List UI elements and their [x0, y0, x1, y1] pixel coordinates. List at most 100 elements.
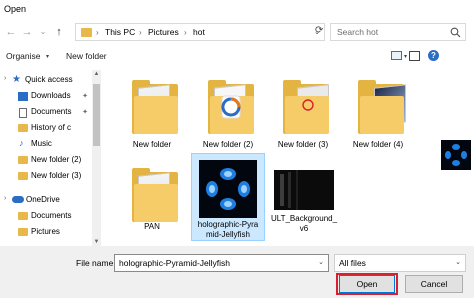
scroll-up-icon[interactable]: ▲: [92, 71, 101, 77]
navigation-pane: › ★ Quick access Downloads ✦ Documents ✦…: [0, 70, 104, 246]
forward-arrow-icon[interactable]: →: [20, 24, 34, 40]
sidebar-item-label: New folder (3): [31, 171, 82, 180]
sidebar-item-label: New folder (2): [31, 155, 82, 164]
jellyfish-thumbnail: [199, 160, 257, 218]
sidebar-item-label: Documents: [31, 211, 72, 220]
sidebar-item-history[interactable]: History of c: [0, 120, 100, 136]
sidebar-item-onedrive-pictures[interactable]: Pictures: [0, 224, 100, 240]
sidebar-item-label: History of c: [31, 123, 72, 132]
new-folder-button[interactable]: New folder: [66, 51, 107, 61]
sidebar-item-downloads[interactable]: Downloads ✦: [0, 88, 100, 104]
breadcrumb-separator: ›: [139, 28, 142, 37]
search-icon[interactable]: [450, 27, 461, 38]
file-name: New folder (3): [277, 140, 329, 149]
sidebar-item-new-folder-2[interactable]: New folder (2): [0, 152, 100, 168]
breadcrumb-separator: ›: [96, 28, 99, 37]
address-row: ← → ⌄ ↑ › This PC › Pictures › hot ⌄ ⟳ S…: [0, 22, 474, 42]
sidebar-item-label: Downloads: [31, 91, 71, 100]
breadcrumb-this-pc[interactable]: This PC: [105, 26, 135, 39]
file-item-pan[interactable]: PAN: [116, 158, 188, 242]
up-arrow-icon[interactable]: ↑: [52, 24, 66, 40]
file-name: New folder (4): [352, 140, 404, 149]
view-dropdown-icon[interactable]: ▾: [404, 53, 407, 60]
search-placeholder: Search hot: [337, 27, 379, 37]
file-type-select[interactable]: All files ⌄: [334, 254, 466, 272]
preview-thumbnail: [441, 140, 471, 170]
music-icon: ♪: [19, 138, 24, 148]
back-arrow-icon[interactable]: ←: [4, 24, 18, 40]
breadcrumb-hot[interactable]: hot: [193, 26, 205, 39]
file-name-line-1: ULT_Background_: [270, 214, 338, 223]
file-type-value: All files: [339, 258, 366, 268]
folder-icon: [132, 168, 178, 222]
file-name-value: holographic-Pyramid-Jellyfish: [119, 258, 231, 268]
file-name: New folder (2): [202, 140, 254, 149]
breadcrumb-pictures[interactable]: Pictures: [148, 26, 179, 39]
sidebar-item-label: OneDrive: [26, 195, 60, 204]
file-name: PAN: [144, 222, 160, 231]
expand-chevron-icon[interactable]: ›: [4, 195, 6, 202]
expand-chevron-icon[interactable]: ›: [4, 75, 6, 82]
sidebar-item-label: Pictures: [31, 227, 60, 236]
file-item-ult-background[interactable]: ULT_Background_ v6: [268, 158, 340, 242]
folder-icon: [18, 124, 28, 132]
star-icon: ★: [12, 74, 21, 85]
open-button-highlight: [336, 273, 398, 295]
window-title: Open: [4, 4, 27, 14]
search-input[interactable]: Search hot: [330, 23, 466, 41]
organise-dropdown-icon[interactable]: ▾: [46, 53, 49, 60]
pin-icon: ✦: [82, 109, 88, 116]
help-icon[interactable]: ?: [428, 50, 439, 61]
file-name-input[interactable]: holographic-Pyramid-Jellyfish ⌄: [114, 254, 329, 272]
cancel-button[interactable]: Cancel: [405, 275, 463, 293]
folder-icon: [208, 80, 254, 134]
folder-icon: [132, 80, 178, 134]
sidebar-item-label: Documents: [31, 107, 72, 116]
sidebar-item-label: Quick access: [25, 75, 73, 84]
folder-icon: [18, 212, 28, 220]
cloud-icon: [12, 196, 24, 203]
chevron-down-icon[interactable]: ⌄: [455, 258, 461, 266]
folder-icon: [283, 80, 329, 134]
sidebar-item-onedrive-documents[interactable]: Documents: [0, 208, 100, 224]
file-name: New folder: [132, 140, 172, 149]
refresh-icon[interactable]: ⟳: [315, 24, 325, 38]
sidebar-item-onedrive[interactable]: › OneDrive: [0, 192, 100, 208]
folder-icon: [358, 80, 406, 134]
sidebar-item-new-folder-3[interactable]: New folder (3): [0, 168, 100, 184]
file-item-holographic-pyramid-jellyfish[interactable]: holographic-Pyra mid-Jellyfish: [191, 153, 265, 241]
file-list: New folder New folder (2) New folder (3)…: [104, 66, 429, 246]
sidebar-item-label: Music: [31, 139, 52, 148]
scroll-down-icon[interactable]: ▼: [92, 239, 101, 245]
preview-pane-icon[interactable]: [409, 51, 420, 61]
document-icon: [19, 108, 27, 118]
file-name-line-2: v6: [299, 224, 309, 233]
open-dialog: Open ← → ⌄ ↑ › This PC › Pictures › hot …: [0, 0, 474, 298]
change-view-icon[interactable]: [391, 51, 402, 60]
recent-locations-icon[interactable]: ⌄: [36, 24, 50, 40]
folder-icon: [18, 228, 28, 236]
breadcrumb-separator: ›: [184, 28, 187, 37]
address-bar[interactable]: › This PC › Pictures › hot ⌄: [75, 23, 325, 41]
chevron-down-icon[interactable]: ⌄: [318, 258, 324, 266]
sidebar-item-music[interactable]: ♪ Music: [0, 136, 100, 152]
sidebar-item-quick-access[interactable]: › ★ Quick access: [0, 72, 100, 88]
organise-button[interactable]: Organise: [6, 51, 41, 61]
folder-icon: [18, 156, 28, 164]
file-item-new-folder-4[interactable]: New folder (4): [342, 70, 414, 154]
sidebar-item-documents[interactable]: Documents ✦: [0, 104, 100, 120]
background-thumbnail: [274, 170, 334, 210]
folder-icon: [18, 172, 28, 180]
title-bar: Open: [0, 0, 474, 18]
navigation-scrollbar[interactable]: ▲ ▼: [92, 70, 101, 246]
dialog-footer: File name: holographic-Pyramid-Jellyfish…: [0, 246, 474, 298]
file-item-new-folder-2[interactable]: New folder (2): [192, 70, 264, 154]
file-name-line-1: holographic-Pyra: [197, 220, 259, 229]
folder-icon: [81, 28, 92, 37]
file-item-new-folder-3[interactable]: New folder (3): [267, 70, 339, 154]
command-bar: Organise ▾ New folder ▾ ?: [0, 47, 474, 67]
download-icon: [18, 92, 28, 101]
pin-icon: ✦: [82, 93, 88, 100]
file-item-new-folder[interactable]: New folder: [116, 70, 188, 154]
scrollbar-thumb[interactable]: [93, 84, 100, 146]
